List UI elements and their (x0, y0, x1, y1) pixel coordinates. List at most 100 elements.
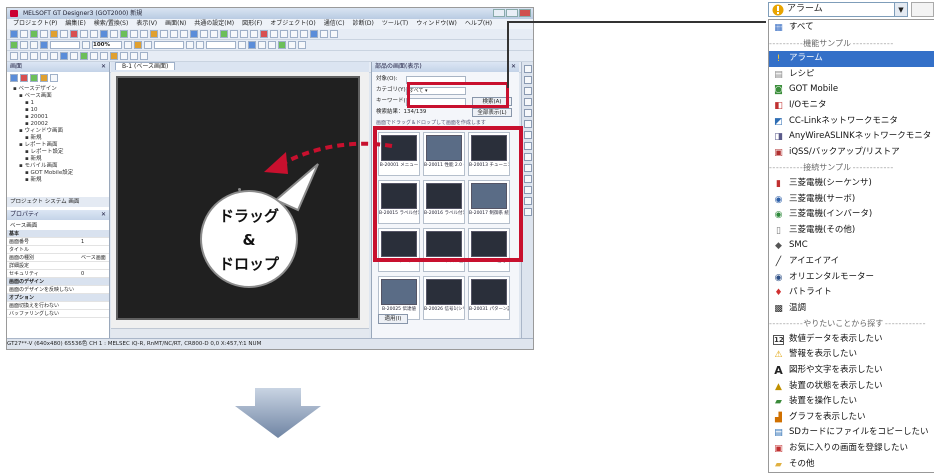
dropdown-option[interactable]: ▤ SDカードにファイルをコピーしたい (769, 425, 934, 441)
screen-thumbnail[interactable]: B-20026 信号1(シリアル) (423, 276, 465, 320)
menu-item[interactable]: 通信(C) (324, 20, 345, 27)
dropdown-option[interactable]: ◆ SMC (769, 238, 934, 254)
properties-header: プロパティ ✕ (7, 210, 109, 220)
menu-item[interactable]: 診断(D) (353, 20, 374, 27)
menu-item[interactable]: オブジェクト(O) (270, 20, 315, 27)
property-row[interactable]: 画面のデザインを反映しない (7, 285, 109, 294)
tree-item[interactable]: ▪ 20001 (9, 114, 107, 121)
tree-item[interactable]: ▪ 10 (9, 107, 107, 114)
dropdown-option[interactable]: ◉ 三菱電機(サーボ) (769, 192, 934, 208)
property-row[interactable]: 基本 (7, 230, 109, 238)
tree-item[interactable]: ▪ 1 (9, 100, 107, 107)
dropdown-option[interactable]: ▰ その他 (769, 457, 934, 473)
dropdown-option[interactable]: ◨ AnyWireASLINKネットワークモニタ (769, 129, 934, 145)
menu-bar[interactable]: プロジェクト(P) 編集(E) 検索/置換(S) 表示(V) 画面(N) 共通の設定(M)… (7, 19, 533, 29)
tree-item[interactable]: ▪ 新規 (9, 177, 107, 184)
tree-item[interactable]: ▪ ベース画面 (9, 93, 107, 100)
window-titlebar: MELSOFT GT Designer3 (GOT2000) 新規 (7, 8, 533, 19)
favorite-icon: ▣ (774, 444, 783, 455)
toolbar-3[interactable] (7, 51, 533, 62)
dropdown-option[interactable]: ▤ レシピ (769, 67, 934, 83)
dropdown-option[interactable]: ▮ 三菱電機(シーケンサ) (769, 176, 934, 192)
dropdown-option[interactable]: ◧ I/Oモニタ (769, 98, 934, 114)
dropdown-option[interactable]: ♦ パトライト (769, 285, 934, 301)
property-row[interactable]: オプション (7, 293, 109, 302)
dropdown-option[interactable]: ╱ アイエイアイ (769, 254, 934, 270)
tree-item[interactable]: ▪ ウィンドウ画面 (9, 128, 107, 135)
menu-item[interactable]: 検索/置換(S) (94, 20, 129, 27)
property-row[interactable]: 画面のデザイン (7, 277, 109, 286)
show-all-button[interactable]: 全部表示(L) (472, 108, 512, 117)
tree-item[interactable]: ▪ 20002 (9, 121, 107, 128)
tree-item[interactable]: ▪ 新規 (9, 156, 107, 163)
tree-item[interactable]: ▪ 新規 (9, 135, 107, 142)
tree-item[interactable]: ▪ モバイル画面 (9, 163, 107, 170)
dropdown-option[interactable]: ▩ 温調 (769, 301, 934, 317)
dropdown-option[interactable]: ▟ グラフを表示したい (769, 410, 934, 426)
dropdown-option[interactable]: ▲ 装置の状態を表示したい (769, 379, 934, 395)
screen-tree[interactable]: ▪ ベースデザイン ▪ ベース画面 ▪ 1 ▪ 10 ▪ 20001 ▪ 20002 ▪ ウ… (7, 83, 109, 184)
property-row[interactable]: 画面切換えを行わない (7, 301, 109, 310)
dropdown-option[interactable]: ▣ iQSS/バックアップ/リストア (769, 145, 934, 161)
category-dropdown[interactable]: アラーム ▼ ▦ すべて - - - - - - - - - - 機能サンプル - … (768, 2, 934, 473)
folder-icon: ▰ (775, 459, 782, 470)
pane-toolbar[interactable] (7, 72, 109, 83)
device-status-icon: ▲ (775, 381, 782, 392)
property-row[interactable]: 画面番号 1 (7, 237, 109, 246)
dropdown-option[interactable]: ◉ 三菱電機(インバータ) (769, 207, 934, 223)
menu-item[interactable]: ウィンドウ(W) (416, 20, 457, 27)
toolbar-2[interactable]: 100% (7, 40, 533, 51)
dropdown-option[interactable]: ◉ オリエンタルモーター (769, 270, 934, 286)
text-icon: A (774, 364, 783, 378)
dropdown-option[interactable]: ▣ お気に入りの画面を登録したい (769, 441, 934, 457)
menu-item[interactable]: 画面(N) (165, 20, 186, 27)
toolbar-1[interactable] (7, 29, 533, 40)
category-dropdown-list[interactable]: ▦ すべて - - - - - - - - - - 機能サンプル - - - - -… (768, 19, 934, 473)
category-highlight (407, 82, 509, 108)
app-icon (10, 10, 18, 17)
io-monitor-icon: ◧ (774, 100, 783, 111)
temperature-icon: ▩ (774, 303, 783, 314)
tree-item[interactable]: ▪ ベースデザイン (9, 86, 107, 93)
numeric-icon: 12 (773, 334, 784, 345)
tree-item[interactable]: ▪ レポート設定 (9, 149, 107, 156)
oriental-motor-icon: ◉ (774, 272, 783, 283)
menu-item[interactable]: 表示(V) (136, 20, 157, 27)
editor-tab[interactable]: B-1 (ベース画面) (111, 62, 369, 72)
dropdown-option[interactable]: ⚠ 警報を表示したい (769, 347, 934, 363)
dropdown-group-separator: - - - - - - - - - - やりたいことから探す - - - - -… (769, 319, 925, 329)
tree-item[interactable]: ▪ レポート画面 (9, 142, 107, 149)
menu-item[interactable]: ヘルプ(H) (465, 20, 492, 27)
warning-icon: ⚠ (774, 350, 783, 361)
graph-icon: ▟ (775, 412, 782, 423)
all-icon: ▦ (774, 23, 783, 33)
chevron-down-icon[interactable]: ▼ (894, 2, 908, 17)
property-row[interactable]: 画面の種別 ベース画面 (7, 253, 109, 262)
pane-tabs[interactable]: プロジェクト システム 画面 (7, 197, 109, 207)
dropdown-option[interactable]: ▰ 装置を操作したい (769, 394, 934, 410)
dropdown-side-button[interactable] (911, 2, 934, 17)
dropdown-option[interactable]: ! アラーム (769, 51, 934, 67)
dropdown-option[interactable]: A 図形や文字を表示したい (769, 363, 934, 379)
menu-item[interactable]: 図形(F) (242, 20, 262, 27)
property-row[interactable]: 詳細設定 (7, 261, 109, 270)
apply-button[interactable]: 適用(I) (378, 314, 408, 324)
screen-thumbnail[interactable]: B-20031 パターン設定(シリアル) (468, 276, 510, 320)
dropdown-option[interactable]: 12 数値データを表示したい (769, 332, 934, 348)
tree-item[interactable]: ▪ GOT Mobile設定 (9, 170, 107, 177)
dropdown-option[interactable]: ▯ 三菱電機(その他) (769, 223, 934, 239)
property-row[interactable]: タイトル (7, 245, 109, 254)
menu-item[interactable]: 編集(E) (65, 20, 85, 27)
property-row[interactable]: バッファリングしない (7, 309, 109, 318)
menu-item[interactable]: プロジェクト(P) (13, 20, 57, 27)
menu-item[interactable]: 共通の設定(M) (194, 20, 234, 27)
category-dropdown-selected[interactable]: アラーム ▼ (768, 2, 908, 17)
zoom-select[interactable]: 100% (92, 41, 122, 49)
dropdown-group-separator: - - - - - - - - - - 接続サンプル - - - - - - -… (769, 163, 893, 173)
dropdown-option[interactable]: ▦ すべて (769, 20, 934, 36)
property-row[interactable]: セキュリティ 0 (7, 269, 109, 278)
dropdown-option[interactable]: ◙ GOT Mobile (769, 82, 934, 98)
dropdown-option[interactable]: ◩ CC-Linkネットワークモニタ (769, 114, 934, 130)
menu-item[interactable]: ツール(T) (382, 20, 408, 27)
inverter-icon: ◉ (774, 210, 783, 221)
